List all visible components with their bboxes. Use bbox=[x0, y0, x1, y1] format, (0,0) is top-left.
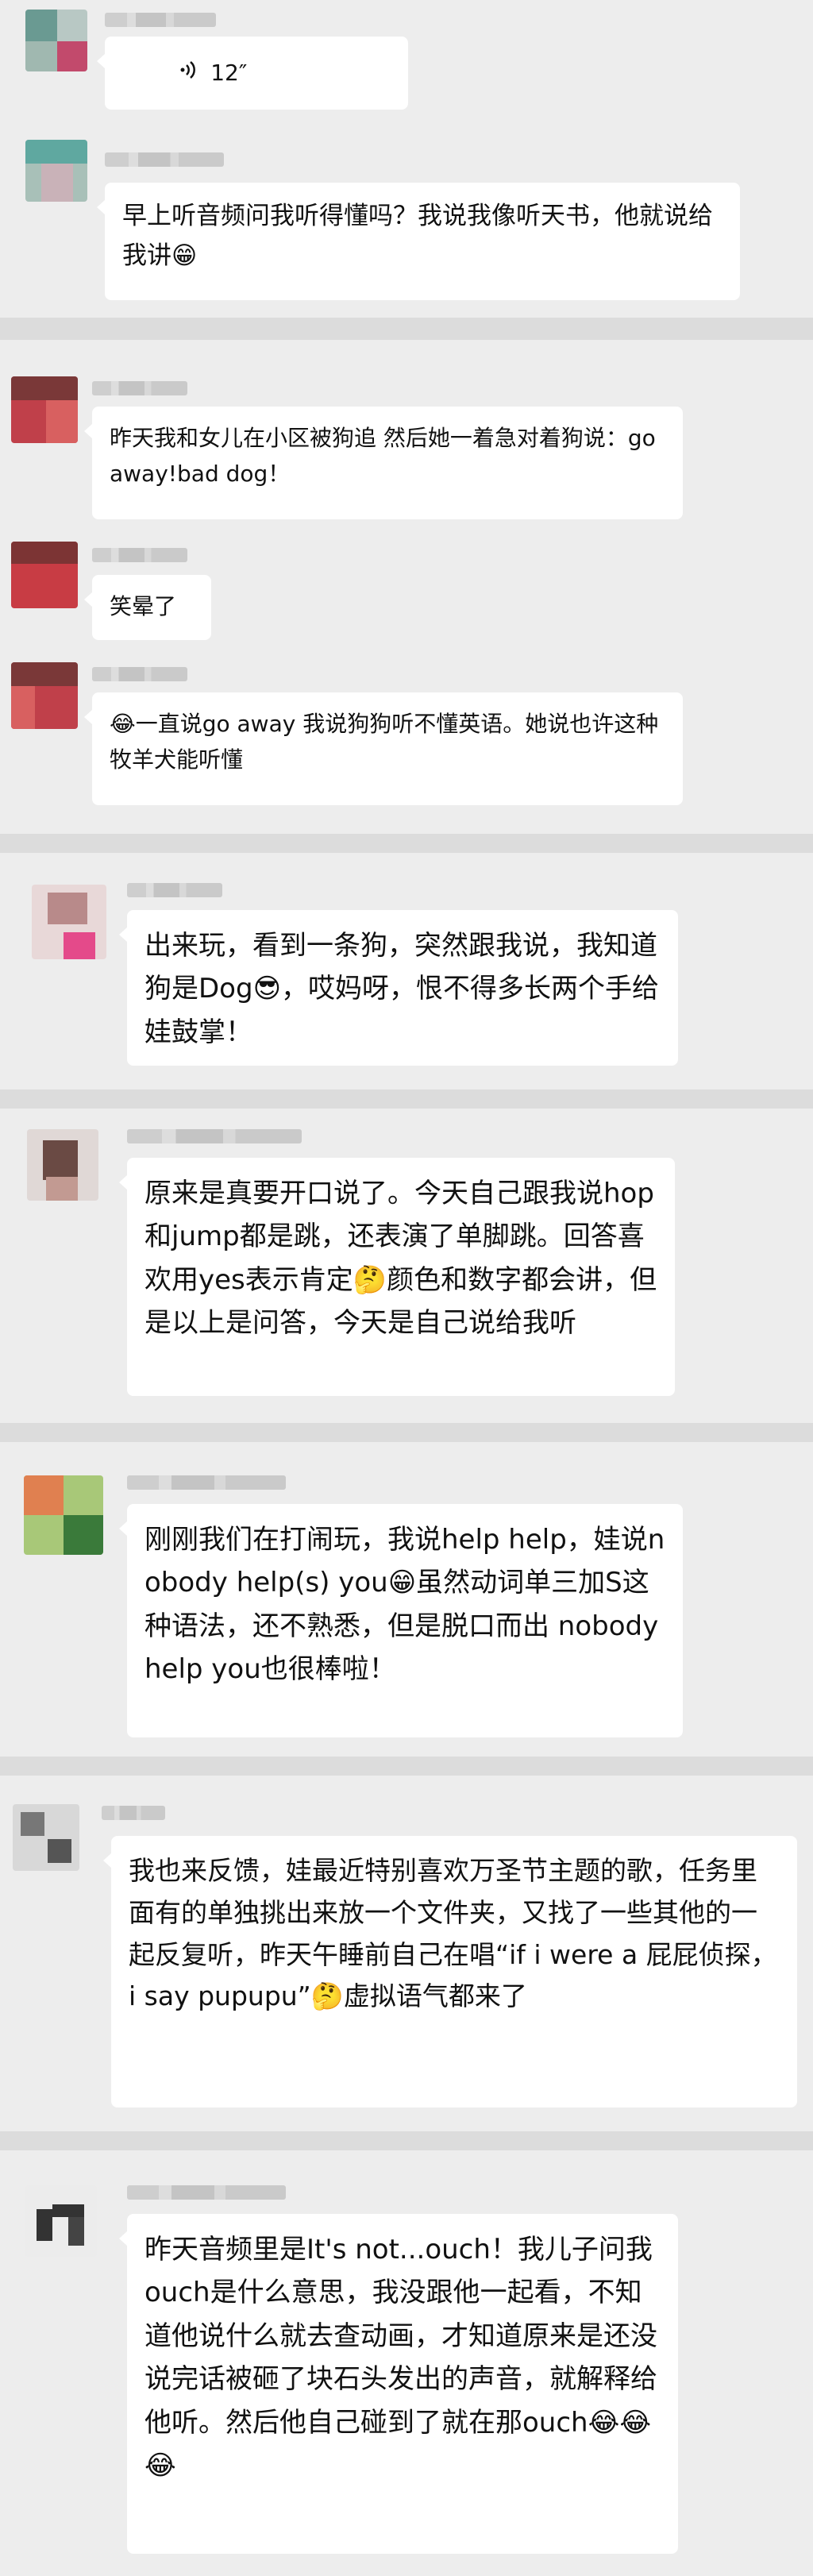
sender-name bbox=[92, 548, 187, 562]
voice-wave-icon bbox=[122, 20, 199, 126]
message-bubble[interactable]: 昨天我和女儿在小区被狗追 然后她一着急对着狗说：go away!bad dog！ bbox=[84, 407, 683, 519]
message-bubble[interactable]: 刚刚我们在打闹玩，我说help help，娃说nobody help(s) yo… bbox=[119, 1504, 683, 1737]
avatar[interactable] bbox=[32, 885, 106, 959]
chat-card: 原来是真要开口说了。今天自己跟我说hop和jump都是跳，还表演了单脚跳。回答喜… bbox=[0, 1109, 813, 1423]
voice-duration: 12″ bbox=[210, 59, 248, 86]
chat-card: 出来玩，看到一条狗，突然跟我说，我知道狗是Dog😎，哎妈呀，恨不得多长两个手给娃… bbox=[0, 853, 813, 1089]
avatar[interactable] bbox=[25, 10, 87, 71]
chat-card: 昨天我和女儿在小区被狗追 然后她一着急对着狗说：go away!bad dog！… bbox=[0, 340, 813, 834]
chat-card: 昨天音频里是It's not...ouch！我儿子问我ouch是什么意思，我没跟… bbox=[0, 2150, 813, 2576]
message-bubble[interactable]: 😂一直说go away 我说狗狗听不懂英语。她说也许这种牧羊犬能听懂 bbox=[84, 692, 683, 805]
avatar[interactable] bbox=[25, 140, 87, 202]
message-bubble[interactable]: 昨天音频里是It's not...ouch！我儿子问我ouch是什么意思，我没跟… bbox=[119, 2214, 678, 2554]
avatar[interactable] bbox=[24, 1475, 103, 1555]
avatar[interactable] bbox=[11, 542, 78, 608]
voice-message-bubble[interactable]: 12″ bbox=[97, 37, 408, 110]
sender-name bbox=[127, 1475, 286, 1490]
chat-card: 刚刚我们在打闹玩，我说help help，娃说nobody help(s) yo… bbox=[0, 1442, 813, 1757]
message-bubble[interactable]: 笑晕了 bbox=[84, 575, 211, 640]
sender-name bbox=[92, 667, 187, 681]
chat-card: 我也来反馈，娃最近特别喜欢万圣节主题的歌，任务里面有的单独挑出来放一个文件夹，又… bbox=[0, 1776, 813, 2131]
message-bubble[interactable]: 我也来反馈，娃最近特别喜欢万圣节主题的歌，任务里面有的单独挑出来放一个文件夹，又… bbox=[103, 1836, 797, 2107]
avatar[interactable] bbox=[27, 1129, 98, 1201]
sender-name bbox=[127, 2185, 286, 2200]
avatar[interactable] bbox=[11, 662, 78, 729]
chat-card: 12″ 早上听音频问我听得懂吗？我说我像听天书，他就说给我讲😁 bbox=[0, 0, 813, 318]
message-bubble[interactable]: 原来是真要开口说了。今天自己跟我说hop和jump都是跳，还表演了单脚跳。回答喜… bbox=[119, 1158, 675, 1396]
sender-name bbox=[127, 1129, 302, 1143]
sender-name bbox=[127, 883, 222, 897]
message-bubble[interactable]: 出来玩，看到一条狗，突然跟我说，我知道狗是Dog😎，哎妈呀，恨不得多长两个手给娃… bbox=[119, 910, 678, 1066]
message-bubble[interactable]: 早上听音频问我听得懂吗？我说我像听天书，他就说给我讲😁 bbox=[97, 183, 740, 300]
sender-name bbox=[102, 1806, 165, 1820]
avatar[interactable] bbox=[25, 2185, 97, 2257]
sender-name bbox=[92, 381, 187, 395]
sender-name bbox=[105, 152, 224, 167]
avatar[interactable] bbox=[11, 376, 78, 443]
avatar[interactable] bbox=[13, 1804, 79, 1871]
